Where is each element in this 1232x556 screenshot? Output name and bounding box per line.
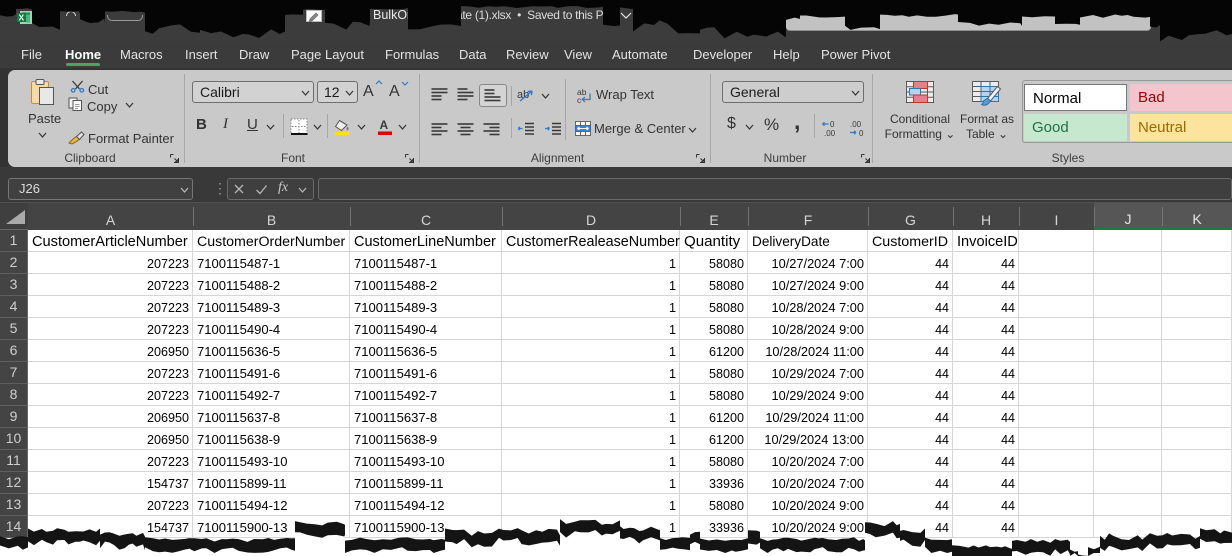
- svg-text:A: A: [380, 118, 389, 132]
- svg-text:0: 0: [859, 129, 864, 137]
- svg-text:.00: .00: [824, 129, 836, 137]
- svg-text:0: 0: [830, 120, 835, 129]
- svg-text:X: X: [19, 13, 25, 23]
- svg-text:.00: .00: [850, 120, 862, 129]
